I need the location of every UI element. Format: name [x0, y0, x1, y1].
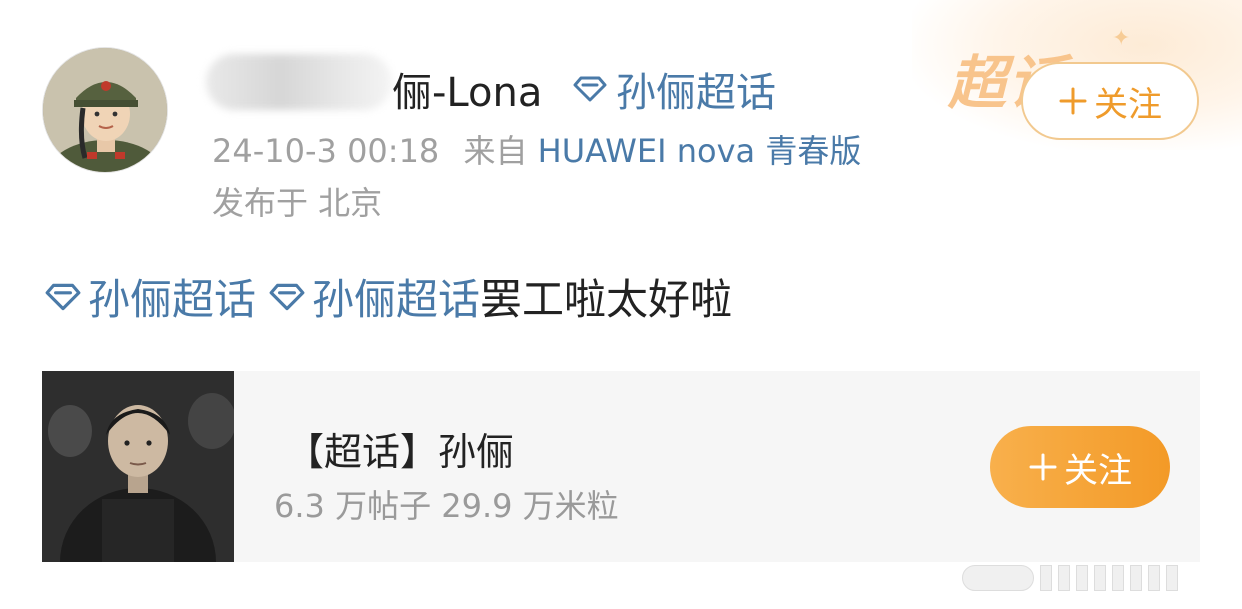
post-meta: 24-10-3 00:18 来自 HUAWEI nova 青春版 [212, 126, 861, 172]
username-blurred [206, 54, 392, 110]
thumbnail-photo-icon [42, 371, 234, 562]
diamond-icon [269, 283, 305, 310]
weibo-post-card: 超话 ✦ 俪-Lona 孙俪超话 24-10-3 00:18 来自 HUAWEI… [0, 0, 1242, 609]
plus-icon [1059, 87, 1087, 115]
source-prefix: 来自 [463, 132, 528, 170]
avatar-portrait-icon [43, 48, 167, 172]
follow-topic-label: 关注 [1064, 450, 1132, 491]
super-topic-tag[interactable]: 孙俪超话 [44, 266, 256, 327]
plus-icon [1029, 453, 1057, 481]
device-link[interactable]: HUAWEI nova 青春版 [538, 132, 862, 170]
diamond-icon [45, 283, 81, 310]
username[interactable]: 俪-Lona [392, 60, 542, 118]
post-text: 罢工啦太好啦 [480, 275, 733, 324]
super-topic-link-label: 孙俪超话 [616, 70, 776, 116]
super-topic-tag-label: 孙俪超话 [88, 275, 257, 324]
follow-user-button[interactable]: 关注 [1021, 62, 1199, 140]
super-topic-link[interactable]: 孙俪超话 [572, 60, 776, 118]
super-topic-stats: 6.3 万帖子 29.9 万米粒 [274, 487, 619, 525]
super-topic-tag-label: 孙俪超话 [312, 275, 481, 324]
super-topic-thumbnail [42, 371, 234, 562]
watermark-logo [962, 563, 1178, 593]
diamond-icon [573, 76, 607, 102]
avatar[interactable] [42, 47, 168, 173]
post-time: 24-10-3 00:18 [212, 132, 440, 170]
sparkle-icon: ✦ [1112, 26, 1131, 51]
follow-topic-button[interactable]: 关注 [990, 426, 1170, 508]
post-content: 孙俪超话 孙俪超话 罢工啦太好啦 [44, 266, 732, 327]
follow-user-label: 关注 [1094, 84, 1162, 125]
post-location: 发布于 北京 [212, 184, 383, 222]
super-topic-title: 【超话】孙俪 [286, 430, 515, 474]
super-topic-tag[interactable]: 孙俪超话 [268, 266, 480, 327]
